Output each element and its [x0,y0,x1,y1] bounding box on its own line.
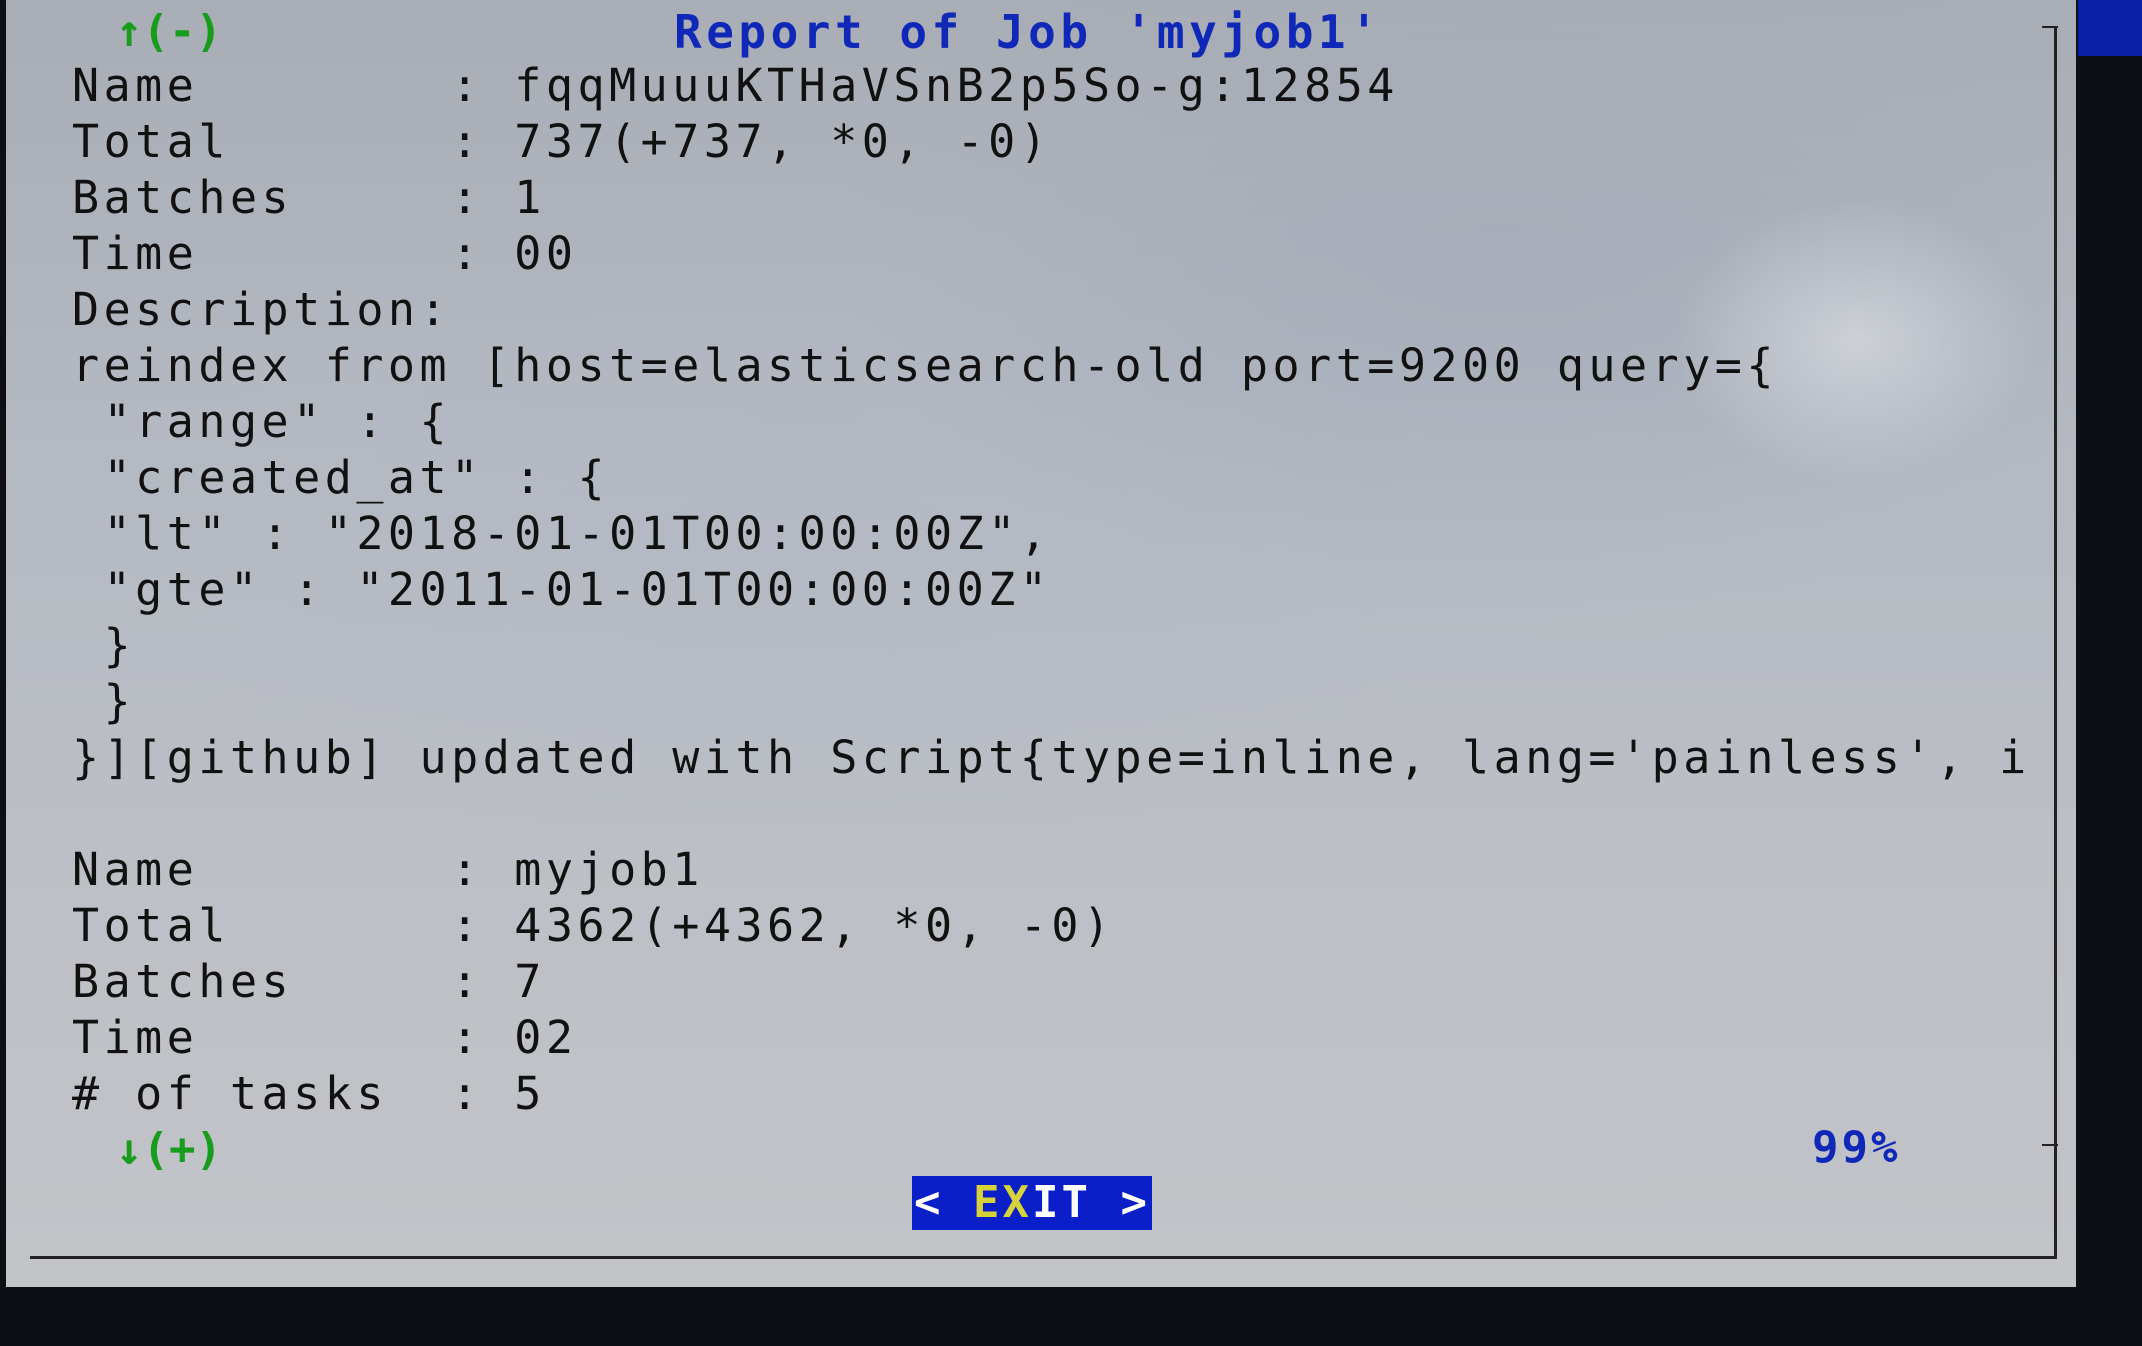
report-line: } [72,619,136,672]
background-window-corner [2078,0,2142,56]
report-line: "lt" : "2018-01-01T00:00:00Z", [72,507,1052,560]
report-line: Batches : 7 [72,955,546,1008]
terminal-screen: Report of Job 'myjob1' ↑(-) Name : fqqMu… [0,0,2142,1346]
scroll-up-indicator[interactable]: ↑(-) [116,4,222,60]
report-line: reindex from [host=elasticsearch-old por… [72,339,1778,392]
report-line: Batches : 1 [72,171,546,224]
report-line: Time : 00 [72,227,578,280]
exit-button[interactable]: < EXIT > [912,1176,1152,1230]
report-line: "range" : { [72,395,452,448]
report-line: Name : myjob1 [72,843,704,896]
report-line: } [72,675,136,728]
dialog-border-right [2054,26,2057,1258]
report-line: "gte" : "2011-01-01T00:00:00Z" [72,563,1052,616]
report-line: Time : 02 [72,1011,578,1064]
report-line: Total : 4362(+4362, *0, -0) [72,899,1115,952]
report-line: # of tasks : 5 [72,1067,546,1120]
scroll-percent: 99% [1812,1122,1901,1173]
exit-hotkey: EX [973,1177,1032,1228]
report-line: "created_at" : { [72,451,610,504]
report-line: }][github] updated with Script{type=inli… [72,731,2032,784]
report-text-area[interactable]: Name : fqqMuuuKTHaVSnB2p5So-g:12854 Total… [72,58,2032,1124]
exit-label-rest: IT [1032,1177,1091,1228]
dialog-border-bottom [30,1256,2057,1259]
report-line: Name : fqqMuuuKTHaVSnB2p5So-g:12854 [72,59,1399,112]
exit-right-bracket: > [1090,1177,1150,1228]
report-line [72,786,2032,842]
border-tick-mid [2042,1144,2058,1146]
exit-left-bracket: < [914,1177,974,1228]
report-dialog: Report of Job 'myjob1' ↑(-) Name : fqqMu… [6,0,2076,1287]
border-tick-top [2042,26,2058,28]
report-line: Description: [72,283,452,336]
dialog-title: Report of Job 'myjob1' [674,5,1383,59]
report-line: Total : 737(+737, *0, -0) [72,115,1052,168]
scroll-down-indicator[interactable]: ↓(+) [116,1122,222,1178]
